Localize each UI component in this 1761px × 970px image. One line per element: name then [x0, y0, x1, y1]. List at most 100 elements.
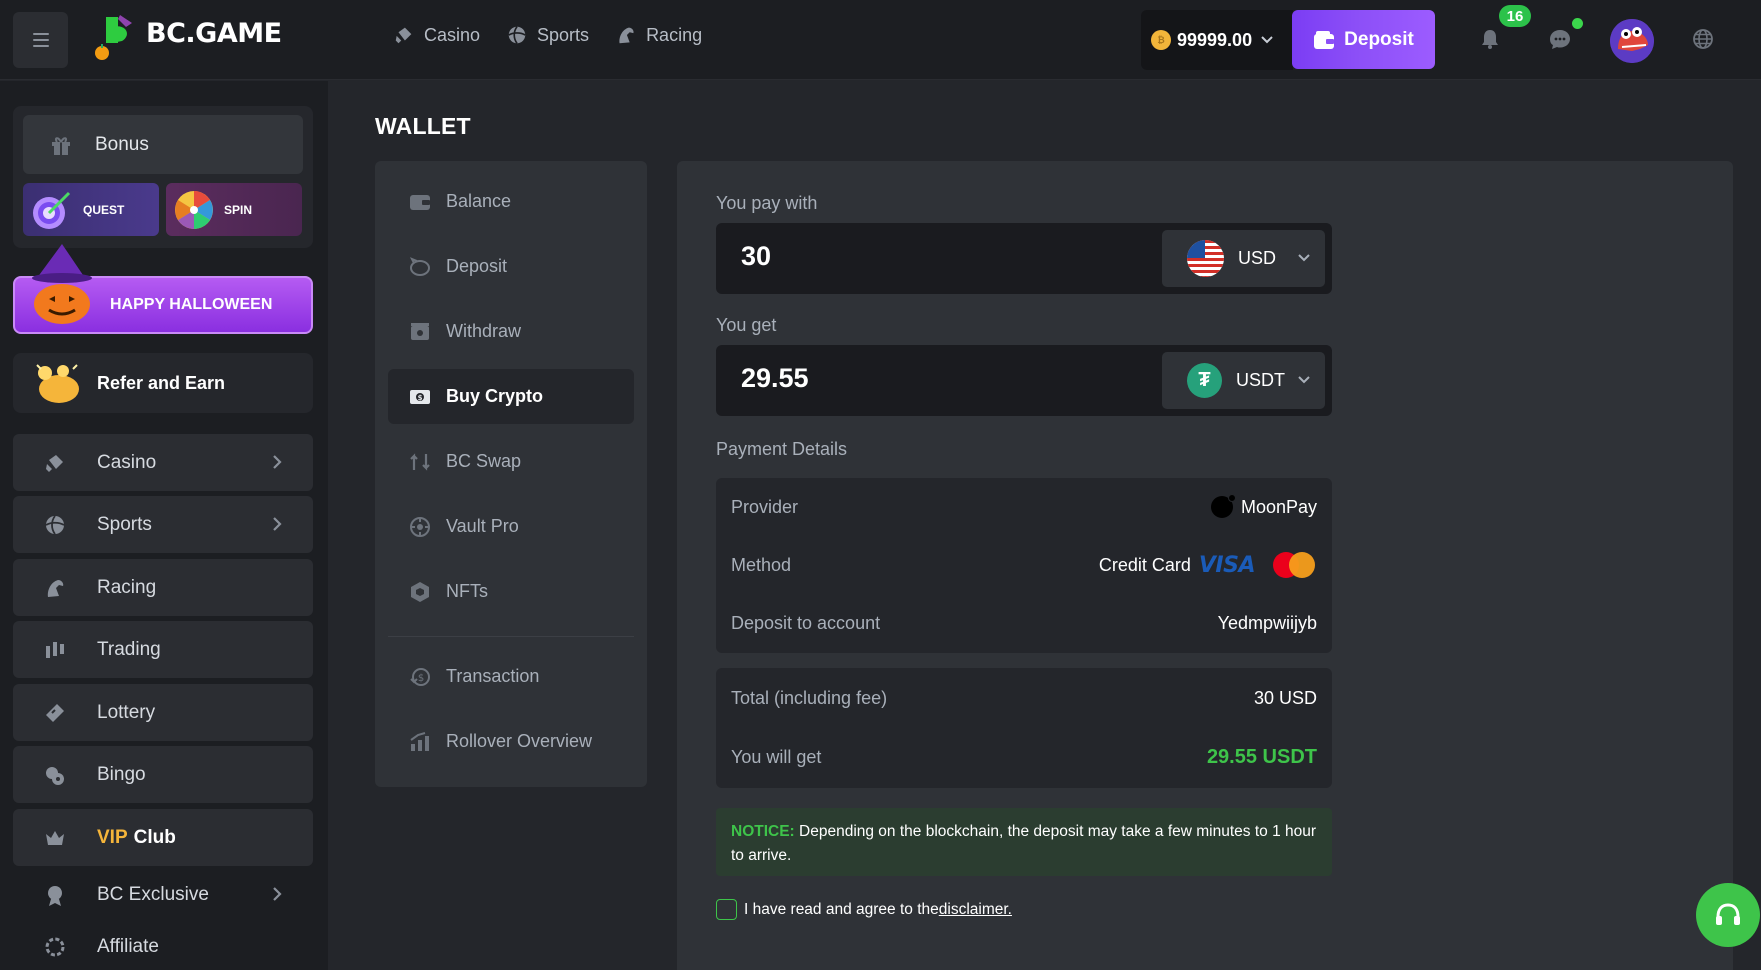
notice-text: Depending on the blockchain, the deposit… — [731, 823, 1317, 864]
notice-title: NOTICE: — [731, 823, 795, 840]
pay-currency-select[interactable]: USD — [1162, 230, 1325, 287]
wallet-menu-nfts-label: NFTs — [446, 581, 488, 601]
halloween-label: HAPPY HALLOWEEN — [110, 296, 273, 313]
bell-icon — [1482, 30, 1498, 49]
sidebar-item-racing-label: Racing — [97, 576, 157, 598]
notice-box: NOTICE: Depending on the blockchain, the… — [716, 808, 1332, 876]
wallet-menu-bc-swap-label: BC Swap — [446, 451, 522, 471]
sidebar-item-racing[interactable]: Racing — [13, 559, 313, 616]
logo-text: BC.GAME — [146, 17, 282, 49]
sidebar-item-trading[interactable]: Trading — [13, 621, 313, 678]
logo[interactable]: BC.GAME — [92, 12, 282, 64]
swap-icon — [410, 453, 430, 471]
sidebar-item-bc-exclusive[interactable]: BC Exclusive — [13, 866, 313, 923]
bonus-button[interactable]: Bonus — [23, 115, 303, 174]
wallet-menu-deposit[interactable]: Deposit — [388, 239, 634, 294]
mastercard-icon — [1273, 552, 1317, 578]
wallet-menu-buy-crypto-label: Buy Crypto — [446, 386, 544, 406]
wallet-menu-transaction-label: Transaction — [446, 666, 540, 686]
chat-button[interactable] — [1543, 22, 1577, 56]
wallet-menu: Balance Deposit Withdraw $ Buy Crypto BC… — [375, 161, 647, 787]
chevron-down-icon — [1298, 254, 1310, 262]
chevron-right-icon — [273, 517, 282, 531]
wallet-icon — [1314, 30, 1335, 49]
wallet-menu-balance-label: Balance — [446, 191, 512, 211]
wallet-menu-vault-pro[interactable]: Vault Pro — [388, 499, 634, 554]
sidebar-item-bingo-label: Bingo — [97, 763, 146, 785]
disclaimer-link[interactable]: disclaimer. — [939, 901, 1012, 919]
halloween-banner[interactable]: HAPPY HALLOWEEN — [13, 244, 313, 334]
chevron-right-icon — [273, 887, 282, 901]
sidebar-item-affiliate[interactable]: Affiliate — [13, 924, 313, 970]
menu-toggle-button[interactable] — [13, 12, 68, 68]
exclusive-icon — [48, 886, 62, 906]
pay-with-label: You pay with — [716, 193, 818, 213]
target-icon — [33, 191, 71, 229]
wallet-menu-balance[interactable]: Balance — [388, 174, 634, 229]
sports-icon — [45, 515, 65, 535]
tether-icon: ₮ — [1187, 363, 1222, 398]
sidebar-item-lottery[interactable]: Lottery — [13, 684, 313, 741]
refer-and-earn-button[interactable]: Refer and Earn — [13, 353, 313, 413]
total-label: Total (including fee) — [731, 688, 888, 708]
top-nav-sports-label: Sports — [537, 24, 590, 45]
sidebar-item-bingo[interactable]: Bingo — [13, 746, 313, 803]
top-nav-sports[interactable]: Sports — [506, 24, 589, 46]
sidebar-item-sports[interactable]: Sports — [13, 496, 313, 553]
transaction-icon: $ — [410, 668, 430, 686]
wallet-icon — [410, 195, 430, 210]
top-nav-racing[interactable]: Racing — [615, 24, 702, 46]
top-nav-casino[interactable]: Casino — [393, 24, 480, 46]
notifications-button[interactable] — [1473, 22, 1507, 56]
sidebar-item-casino[interactable]: Casino — [13, 434, 313, 491]
notification-count-badge: 16 — [1499, 5, 1531, 27]
buy-crypto-icon: $ — [410, 390, 430, 404]
sidebar-item-affiliate-label: Affiliate — [97, 936, 159, 957]
method-label: Method — [731, 555, 792, 575]
provider-value: MoonPay — [1210, 494, 1317, 518]
wallet-menu-rollover-overview[interactable]: Rollover Overview — [388, 714, 634, 769]
pay-currency-label: USD — [1238, 248, 1277, 268]
spin-label: SPIN — [224, 202, 253, 217]
sidebar-item-sports-label: Sports — [97, 513, 152, 535]
get-amount-field[interactable]: 29.55 ₮ USDT — [716, 345, 1332, 416]
live-support-button[interactable] — [1696, 883, 1760, 947]
sidebar-item-vip-club[interactable]: VIP Club — [13, 809, 313, 866]
you-get-label: You get — [716, 315, 777, 335]
wallet-menu-withdraw[interactable]: Withdraw — [388, 304, 634, 359]
rollover-icon — [410, 732, 429, 751]
visa-icon: VISA — [1198, 552, 1256, 578]
quest-button[interactable]: QUEST — [23, 183, 159, 236]
wallet-menu-buy-crypto[interactable]: $ Buy Crypto — [388, 369, 634, 424]
balance-selector[interactable]: ₿ 99999.00 — [1141, 10, 1293, 70]
pumpkin-icon — [32, 244, 92, 324]
bingo-icon — [46, 767, 64, 785]
crown-icon — [46, 831, 64, 845]
language-button[interactable] — [1686, 22, 1720, 56]
deposit-button[interactable]: Deposit — [1292, 10, 1435, 69]
get-amount-value: 29.55 — [741, 363, 809, 393]
will-get-value: 29.55 USDT — [1206, 746, 1317, 768]
menu-divider — [388, 636, 634, 637]
wallet-menu-transaction[interactable]: $ Transaction — [388, 649, 634, 704]
wheel-icon — [175, 190, 213, 229]
coins-hand-icon — [36, 364, 79, 403]
sidebar-item-trading-label: Trading — [97, 638, 161, 660]
balance-amount: 99999.00 — [1177, 29, 1253, 50]
top-nav-casino-label: Casino — [424, 24, 481, 45]
agree-checkbox[interactable] — [716, 899, 737, 920]
wallet-menu-nfts[interactable]: NFTs — [388, 564, 634, 619]
user-avatar[interactable] — [1610, 19, 1654, 63]
provider-name: MoonPay — [1240, 496, 1317, 517]
refer-label: Refer and Earn — [97, 372, 226, 393]
racing-icon — [619, 27, 634, 44]
spin-button[interactable]: SPIN — [166, 183, 302, 236]
nft-icon — [411, 582, 429, 602]
wallet-menu-deposit-label: Deposit — [446, 256, 508, 276]
svg-text:$: $ — [418, 673, 424, 684]
pay-amount-field[interactable]: 30 USD — [716, 223, 1332, 294]
logo-mark-icon — [92, 13, 144, 63]
get-currency-select[interactable]: ₮ USDT — [1162, 352, 1325, 409]
wallet-menu-bc-swap[interactable]: BC Swap — [388, 434, 634, 489]
sidebar-item-bc-exclusive-label: BC Exclusive — [97, 883, 209, 905]
